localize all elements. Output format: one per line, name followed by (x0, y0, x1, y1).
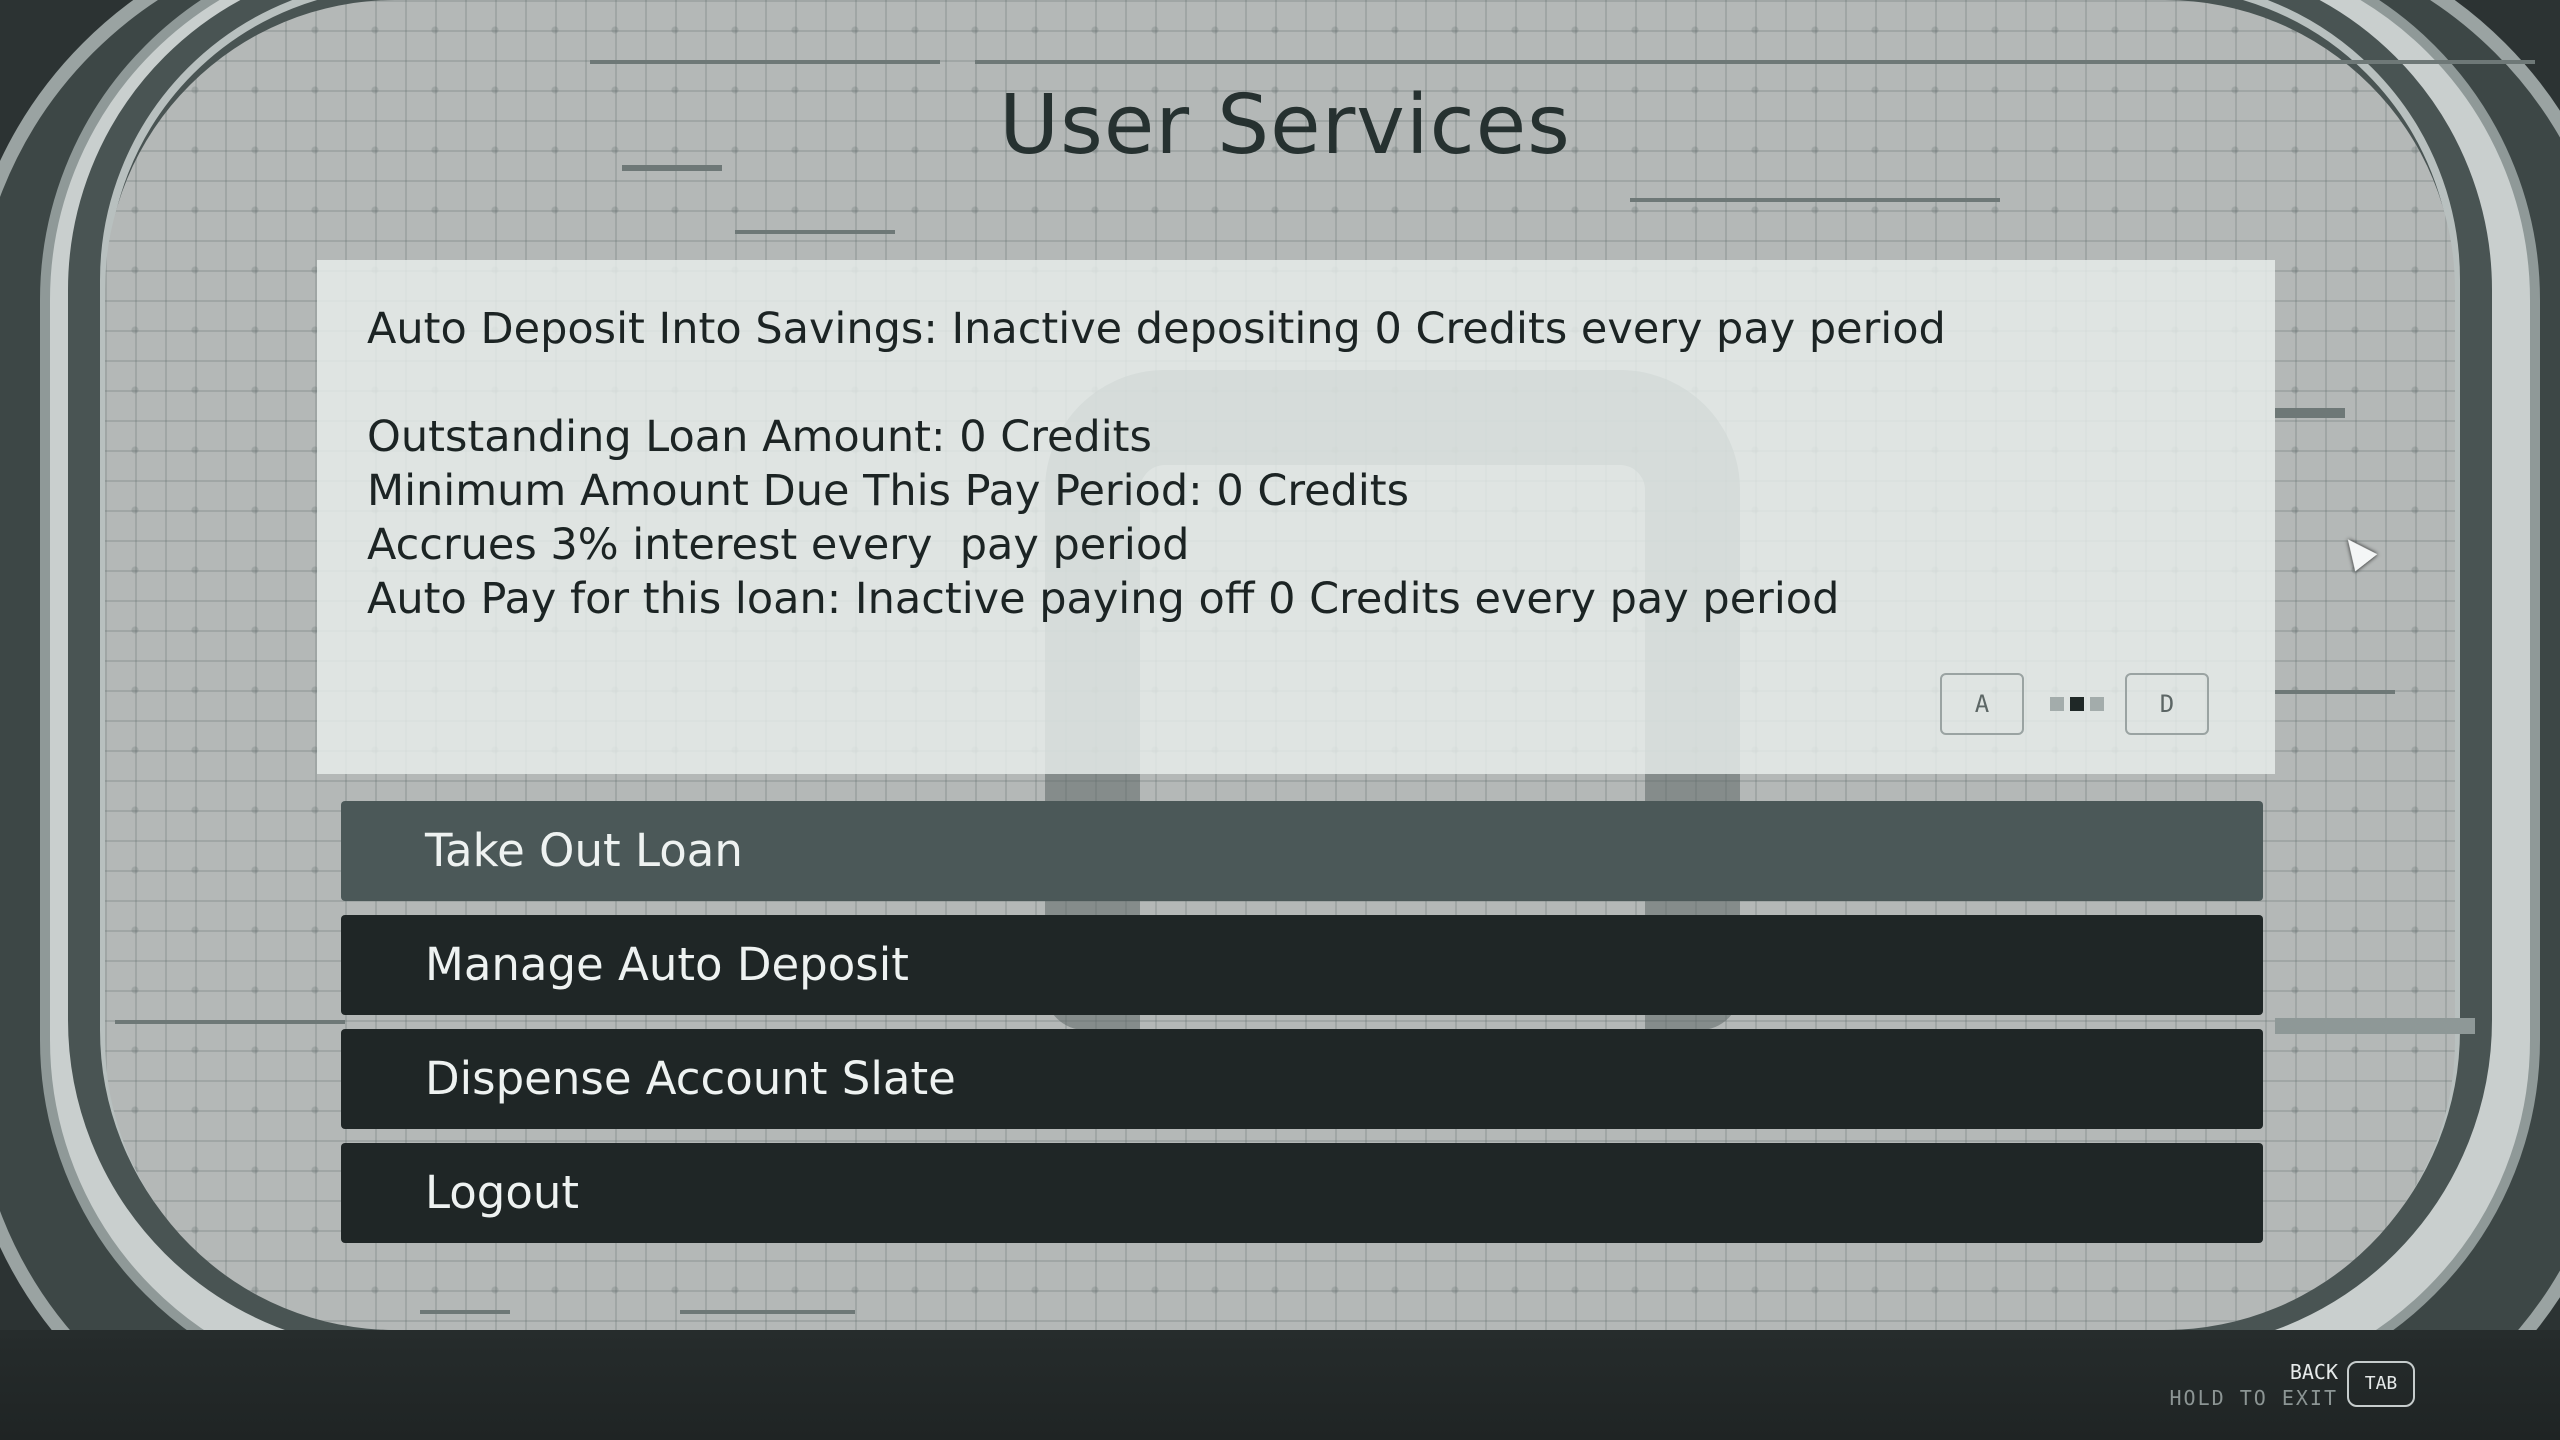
decor-line (975, 60, 2535, 64)
page-dot (2050, 697, 2064, 711)
decor-line (1630, 198, 2000, 202)
decor-line (420, 1310, 510, 1314)
decor-line (2275, 1018, 2475, 1034)
minimum-amount-due: Minimum Amount Due This Pay Period: 0 Cr… (367, 466, 1410, 516)
bottom-bar (0, 1330, 2560, 1440)
decor-line (590, 60, 940, 64)
next-page-button[interactable]: D (2125, 673, 2209, 735)
account-info-panel: Auto Deposit Into Savings: Inactive depo… (317, 260, 2275, 774)
decor-line (735, 230, 895, 234)
prev-page-button[interactable]: A (1940, 673, 2024, 735)
page-indicator (2050, 697, 2104, 711)
back-hint-label: BACK (2289, 1360, 2338, 1384)
user-services-screen: User Services Auto Deposit Into Savings:… (0, 0, 2560, 1440)
decor-line (115, 1020, 345, 1024)
exit-hint-label: HOLD TO EXIT (2169, 1386, 2338, 1410)
interest-rate: Accrues 3% interest every pay period (367, 520, 1190, 570)
auto-pay-status: Auto Pay for this loan: Inactive paying … (367, 574, 1840, 624)
decor-line (2275, 690, 2395, 694)
auto-deposit-status: Auto Deposit Into Savings: Inactive depo… (367, 304, 1946, 354)
page-dot-active (2070, 697, 2084, 711)
manage-auto-deposit-button[interactable]: Manage Auto Deposit (341, 915, 2263, 1015)
decor-line (2275, 408, 2345, 418)
page-dot (2090, 697, 2104, 711)
decor-line (680, 1310, 855, 1314)
tab-key-button[interactable]: TAB (2347, 1361, 2415, 1407)
dispense-account-slate-button[interactable]: Dispense Account Slate (341, 1029, 2263, 1129)
logout-button[interactable]: Logout (341, 1143, 2263, 1243)
outstanding-loan-amount: Outstanding Loan Amount: 0 Credits (367, 412, 1152, 462)
page-title: User Services (999, 78, 1571, 173)
take-out-loan-button[interactable]: Take Out Loan (341, 801, 2263, 901)
